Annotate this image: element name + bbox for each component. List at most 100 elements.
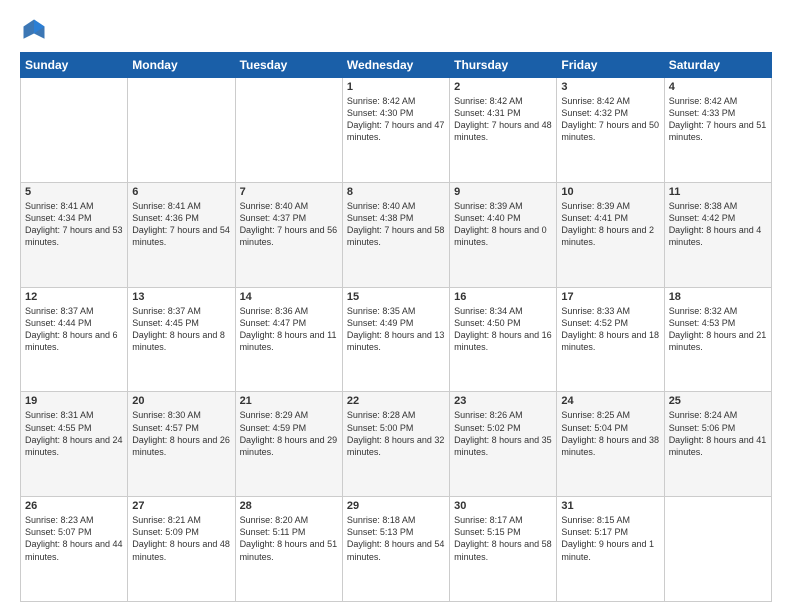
calendar-week-4: 19Sunrise: 8:31 AM Sunset: 4:55 PM Dayli… bbox=[21, 392, 772, 497]
day-number: 10 bbox=[561, 186, 659, 198]
day-info: Sunrise: 8:18 AM Sunset: 5:13 PM Dayligh… bbox=[347, 514, 445, 563]
day-number: 5 bbox=[25, 186, 123, 198]
calendar-cell: 31Sunrise: 8:15 AM Sunset: 5:17 PM Dayli… bbox=[557, 497, 664, 602]
day-info: Sunrise: 8:38 AM Sunset: 4:42 PM Dayligh… bbox=[669, 200, 767, 249]
day-number: 25 bbox=[669, 395, 767, 407]
day-number: 27 bbox=[132, 500, 230, 512]
day-number: 18 bbox=[669, 291, 767, 303]
day-info: Sunrise: 8:42 AM Sunset: 4:31 PM Dayligh… bbox=[454, 95, 552, 144]
calendar-cell: 29 Sunrise: 8:18 AM Sunset: 5:13 PM Dayli… bbox=[342, 497, 449, 602]
day-info: Sunrise: 8:17 AM Sunset: 5:15 PM Dayligh… bbox=[454, 514, 552, 563]
calendar-header-friday: Friday bbox=[557, 53, 664, 78]
calendar-cell: 7Sunrise: 8:40 AM Sunset: 4:37 PM Daylig… bbox=[235, 182, 342, 287]
day-info: Sunrise: 8:20 AM Sunset: 5:11 PM Dayligh… bbox=[240, 514, 338, 563]
day-number: 4 bbox=[669, 81, 767, 93]
day-info: Sunrise: 8:37 AM Sunset: 4:45 PM Dayligh… bbox=[132, 305, 230, 354]
day-number: 29 bbox=[347, 500, 445, 512]
day-info: Sunrise: 8:35 AM Sunset: 4:49 PM Dayligh… bbox=[347, 305, 445, 354]
calendar-cell: 3Sunrise: 8:42 AM Sunset: 4:32 PM Daylig… bbox=[557, 78, 664, 183]
day-number: 17 bbox=[561, 291, 659, 303]
day-number: 28 bbox=[240, 500, 338, 512]
day-info: Sunrise: 8:40 AM Sunset: 4:37 PM Dayligh… bbox=[240, 200, 338, 249]
calendar-header-tuesday: Tuesday bbox=[235, 53, 342, 78]
day-info: Sunrise: 8:42 AM Sunset: 4:30 PM Dayligh… bbox=[347, 95, 445, 144]
day-number: 14 bbox=[240, 291, 338, 303]
calendar-cell: 4 Sunrise: 8:42 AM Sunset: 4:33 PM Daylig… bbox=[664, 78, 771, 183]
day-number: 6 bbox=[132, 186, 230, 198]
header bbox=[20, 16, 772, 44]
day-number: 2 bbox=[454, 81, 552, 93]
calendar-cell: 13 Sunrise: 8:37 AM Sunset: 4:45 PM Dayli… bbox=[128, 287, 235, 392]
day-info: Sunrise: 8:41 AM Sunset: 4:34 PM Dayligh… bbox=[25, 200, 123, 249]
calendar-cell bbox=[21, 78, 128, 183]
calendar-week-2: 5 Sunrise: 8:41 AM Sunset: 4:34 PM Daylig… bbox=[21, 182, 772, 287]
calendar-header-monday: Monday bbox=[128, 53, 235, 78]
day-info: Sunrise: 8:15 AM Sunset: 5:17 PM Dayligh… bbox=[561, 514, 659, 563]
day-number: 11 bbox=[669, 186, 767, 198]
calendar-cell: 10 Sunrise: 8:39 AM Sunset: 4:41 PM Dayli… bbox=[557, 182, 664, 287]
day-number: 13 bbox=[132, 291, 230, 303]
calendar-header-sunday: Sunday bbox=[21, 53, 128, 78]
day-info: Sunrise: 8:32 AM Sunset: 4:53 PM Dayligh… bbox=[669, 305, 767, 354]
day-number: 12 bbox=[25, 291, 123, 303]
calendar-cell: 5 Sunrise: 8:41 AM Sunset: 4:34 PM Daylig… bbox=[21, 182, 128, 287]
day-number: 20 bbox=[132, 395, 230, 407]
day-info: Sunrise: 8:39 AM Sunset: 4:41 PM Dayligh… bbox=[561, 200, 659, 249]
day-info: Sunrise: 8:26 AM Sunset: 5:02 PM Dayligh… bbox=[454, 409, 552, 458]
day-info: Sunrise: 8:28 AM Sunset: 5:00 PM Dayligh… bbox=[347, 409, 445, 458]
day-number: 30 bbox=[454, 500, 552, 512]
day-number: 26 bbox=[25, 500, 123, 512]
calendar-cell: 9 Sunrise: 8:39 AM Sunset: 4:40 PM Daylig… bbox=[450, 182, 557, 287]
calendar: SundayMondayTuesdayWednesdayThursdayFrid… bbox=[20, 52, 772, 602]
day-info: Sunrise: 8:37 AM Sunset: 4:44 PM Dayligh… bbox=[25, 305, 123, 354]
day-number: 24 bbox=[561, 395, 659, 407]
calendar-cell: 21 Sunrise: 8:29 AM Sunset: 4:59 PM Dayli… bbox=[235, 392, 342, 497]
day-number: 21 bbox=[240, 395, 338, 407]
calendar-cell: 30 Sunrise: 8:17 AM Sunset: 5:15 PM Dayli… bbox=[450, 497, 557, 602]
day-info: Sunrise: 8:42 AM Sunset: 4:33 PM Dayligh… bbox=[669, 95, 767, 144]
day-info: Sunrise: 8:36 AM Sunset: 4:47 PM Dayligh… bbox=[240, 305, 338, 354]
day-number: 16 bbox=[454, 291, 552, 303]
calendar-week-5: 26 Sunrise: 8:23 AM Sunset: 5:07 PM Dayli… bbox=[21, 497, 772, 602]
day-info: Sunrise: 8:25 AM Sunset: 5:04 PM Dayligh… bbox=[561, 409, 659, 458]
calendar-cell: 6 Sunrise: 8:41 AM Sunset: 4:36 PM Daylig… bbox=[128, 182, 235, 287]
day-number: 1 bbox=[347, 81, 445, 93]
calendar-cell bbox=[128, 78, 235, 183]
calendar-cell: 15 Sunrise: 8:35 AM Sunset: 4:49 PM Dayli… bbox=[342, 287, 449, 392]
calendar-cell: 24 Sunrise: 8:25 AM Sunset: 5:04 PM Dayli… bbox=[557, 392, 664, 497]
day-info: Sunrise: 8:41 AM Sunset: 4:36 PM Dayligh… bbox=[132, 200, 230, 249]
day-number: 9 bbox=[454, 186, 552, 198]
day-info: Sunrise: 8:34 AM Sunset: 4:50 PM Dayligh… bbox=[454, 305, 552, 354]
calendar-cell: 16 Sunrise: 8:34 AM Sunset: 4:50 PM Dayli… bbox=[450, 287, 557, 392]
day-info: Sunrise: 8:24 AM Sunset: 5:06 PM Dayligh… bbox=[669, 409, 767, 458]
day-info: Sunrise: 8:42 AM Sunset: 4:32 PM Dayligh… bbox=[561, 95, 659, 144]
calendar-cell: 28 Sunrise: 8:20 AM Sunset: 5:11 PM Dayli… bbox=[235, 497, 342, 602]
calendar-cell: 25 Sunrise: 8:24 AM Sunset: 5:06 PM Dayli… bbox=[664, 392, 771, 497]
day-info: Sunrise: 8:39 AM Sunset: 4:40 PM Dayligh… bbox=[454, 200, 552, 249]
day-info: Sunrise: 8:33 AM Sunset: 4:52 PM Dayligh… bbox=[561, 305, 659, 354]
calendar-header-thursday: Thursday bbox=[450, 53, 557, 78]
logo-icon bbox=[20, 16, 48, 44]
calendar-cell: 20Sunrise: 8:30 AM Sunset: 4:57 PM Dayli… bbox=[128, 392, 235, 497]
day-number: 15 bbox=[347, 291, 445, 303]
calendar-week-1: 1 Sunrise: 8:42 AM Sunset: 4:30 PM Daylig… bbox=[21, 78, 772, 183]
day-number: 23 bbox=[454, 395, 552, 407]
calendar-cell: 14 Sunrise: 8:36 AM Sunset: 4:47 PM Dayli… bbox=[235, 287, 342, 392]
calendar-cell: 18 Sunrise: 8:32 AM Sunset: 4:53 PM Dayli… bbox=[664, 287, 771, 392]
calendar-cell bbox=[664, 497, 771, 602]
calendar-cell: 11 Sunrise: 8:38 AM Sunset: 4:42 PM Dayli… bbox=[664, 182, 771, 287]
calendar-cell: 27 Sunrise: 8:21 AM Sunset: 5:09 PM Dayli… bbox=[128, 497, 235, 602]
calendar-cell: 1 Sunrise: 8:42 AM Sunset: 4:30 PM Daylig… bbox=[342, 78, 449, 183]
day-number: 8 bbox=[347, 186, 445, 198]
calendar-header-row: SundayMondayTuesdayWednesdayThursdayFrid… bbox=[21, 53, 772, 78]
day-info: Sunrise: 8:21 AM Sunset: 5:09 PM Dayligh… bbox=[132, 514, 230, 563]
day-info: Sunrise: 8:29 AM Sunset: 4:59 PM Dayligh… bbox=[240, 409, 338, 458]
calendar-cell: 17 Sunrise: 8:33 AM Sunset: 4:52 PM Dayli… bbox=[557, 287, 664, 392]
logo bbox=[20, 16, 52, 44]
calendar-cell: 22 Sunrise: 8:28 AM Sunset: 5:00 PM Dayli… bbox=[342, 392, 449, 497]
day-info: Sunrise: 8:23 AM Sunset: 5:07 PM Dayligh… bbox=[25, 514, 123, 563]
calendar-cell: 2 Sunrise: 8:42 AM Sunset: 4:31 PM Daylig… bbox=[450, 78, 557, 183]
day-number: 22 bbox=[347, 395, 445, 407]
day-info: Sunrise: 8:40 AM Sunset: 4:38 PM Dayligh… bbox=[347, 200, 445, 249]
calendar-cell: 23 Sunrise: 8:26 AM Sunset: 5:02 PM Dayli… bbox=[450, 392, 557, 497]
